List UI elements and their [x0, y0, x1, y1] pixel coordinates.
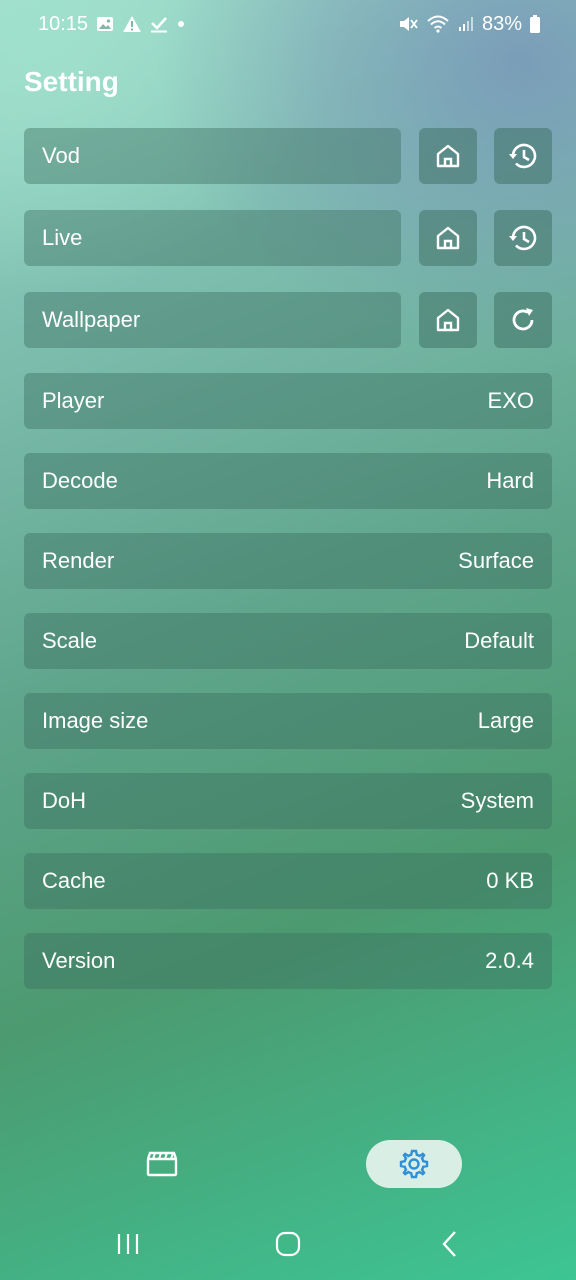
warning-icon — [122, 15, 142, 33]
image-size-setting-row[interactable]: Image size Large — [24, 693, 552, 749]
battery-percent: 83% — [481, 12, 522, 35]
home-button-icon — [275, 1231, 301, 1257]
wallpaper-refresh-button[interactable] — [494, 292, 552, 348]
back-button[interactable] — [430, 1222, 470, 1266]
setting-label: Decode — [42, 468, 118, 493]
setting-label: Player — [42, 388, 105, 413]
history-icon — [509, 143, 537, 169]
nav-vod-tab[interactable] — [130, 1140, 194, 1188]
version-setting-row[interactable]: Version 2.0.4 — [24, 933, 552, 989]
home-icon — [436, 226, 460, 250]
scale-setting-row[interactable]: Scale Default — [24, 613, 552, 669]
refresh-icon — [512, 308, 534, 331]
vod-source-row[interactable]: Vod — [24, 128, 401, 184]
setting-label: Render — [42, 548, 115, 573]
setting-value: 2.0.4 — [485, 948, 534, 973]
cache-setting-row[interactable]: Cache 0 KB — [24, 853, 552, 909]
recent-apps-button[interactable] — [108, 1222, 148, 1266]
live-home-button[interactable] — [419, 210, 477, 266]
nav-settings-tab[interactable] — [366, 1140, 462, 1188]
render-setting-row[interactable]: Render Surface — [24, 533, 552, 589]
check-icon — [150, 15, 168, 33]
setting-label: Scale — [42, 628, 98, 653]
wallpaper-row[interactable]: Wallpaper — [24, 292, 401, 348]
recent-apps-icon — [117, 1234, 139, 1254]
live-source-row[interactable]: Live — [24, 210, 401, 266]
setting-value: Large — [477, 708, 534, 733]
home-icon — [436, 308, 460, 332]
battery-icon — [530, 15, 540, 33]
setting-value: System — [460, 788, 534, 813]
setting-label: Image size — [42, 708, 149, 733]
home-button[interactable] — [266, 1222, 310, 1266]
home-icon — [436, 144, 460, 168]
status-bar-left: 10:15 — [38, 13, 186, 36]
wifi-icon — [426, 15, 450, 33]
status-bar-right: 83% — [398, 13, 540, 36]
vod-label: Vod — [42, 143, 80, 168]
mute-icon — [398, 15, 418, 33]
film-icon — [146, 1151, 178, 1177]
live-history-button[interactable] — [494, 210, 552, 266]
settings-gear-icon — [399, 1149, 429, 1179]
history-icon — [509, 225, 537, 251]
status-bar: 10:15 83% — [0, 0, 576, 48]
system-navigation-bar — [0, 1222, 576, 1266]
setting-value: Hard — [486, 468, 534, 493]
setting-label: Version — [42, 948, 116, 973]
setting-label: Cache — [42, 868, 106, 893]
vod-history-button[interactable] — [494, 128, 552, 184]
setting-value: EXO — [487, 388, 534, 413]
setting-label: DoH — [42, 788, 87, 813]
wallpaper-label: Wallpaper — [42, 307, 141, 332]
setting-value: 0 KB — [486, 868, 534, 893]
decode-setting-row[interactable]: Decode Hard — [24, 453, 552, 509]
player-setting-row[interactable]: Player EXO — [24, 373, 552, 429]
setting-value: Default — [464, 628, 534, 653]
live-label: Live — [42, 225, 83, 250]
clock: 10:15 — [38, 12, 89, 35]
bottom-navigation — [0, 1140, 576, 1192]
wallpaper-home-button[interactable] — [419, 292, 477, 348]
page-title: Setting — [24, 66, 119, 97]
doh-setting-row[interactable]: DoH System — [24, 773, 552, 829]
back-icon — [442, 1231, 456, 1257]
vod-home-button[interactable] — [419, 128, 477, 184]
setting-value: Surface — [458, 548, 534, 573]
image-icon — [96, 16, 114, 32]
dot-icon — [176, 19, 186, 29]
signal-icon — [458, 16, 474, 32]
